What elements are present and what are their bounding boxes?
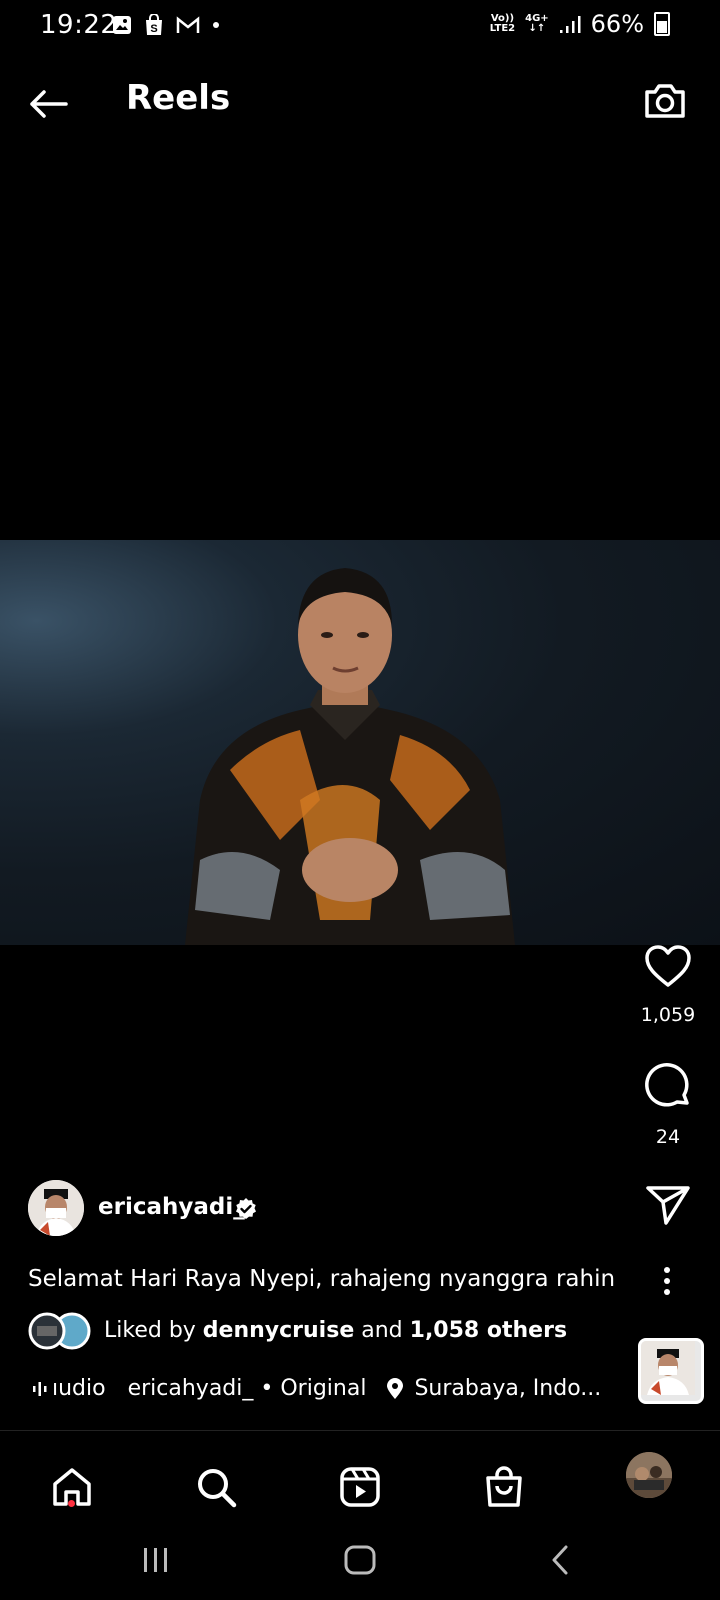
network-lte: LTE2 (489, 23, 516, 34)
profile-avatar-image (626, 1452, 672, 1498)
like-action[interactable]: 1,059 (640, 944, 696, 1026)
shopping-bag-icon (486, 1466, 522, 1507)
svg-text:S: S (150, 23, 157, 35)
audio-thumbnail-image (641, 1341, 695, 1395)
audio-wave-icon (33, 1381, 47, 1396)
author-avatar-image (28, 1180, 84, 1236)
liked-prefix: Liked by (104, 1318, 203, 1343)
signal-icon (559, 16, 581, 33)
liked-by-avatars[interactable] (28, 1312, 92, 1350)
shop-icon: S (146, 14, 162, 35)
author-avatar[interactable] (28, 1180, 84, 1236)
comment-action[interactable]: 24 (640, 1062, 696, 1148)
reel-video[interactable] (0, 540, 720, 945)
verified-badge-icon (236, 1198, 256, 1219)
nav-search[interactable] (191, 1462, 241, 1512)
liked-others[interactable]: 1,058 others (410, 1318, 567, 1343)
gallery-icon (113, 16, 131, 34)
audio-thumbnail[interactable] (638, 1338, 704, 1404)
comment-count: 24 (655, 1126, 681, 1148)
nav-profile-avatar[interactable] (626, 1452, 672, 1498)
chevron-left-icon (552, 1545, 568, 1575)
network-indicator: Vo)) LTE2 (490, 14, 515, 34)
battery-percent: 66% (590, 10, 644, 38)
share-action[interactable] (640, 1184, 696, 1226)
heart-icon (645, 945, 691, 987)
video-frame-person (185, 568, 515, 945)
battery-icon (654, 12, 670, 36)
like-count: 1,059 (640, 1004, 696, 1026)
location-text[interactable]: Surabaya, Indo... (414, 1376, 601, 1401)
audio-row[interactable]: ıudio ericahyadi_ • Original Surabaya, I… (32, 1376, 601, 1401)
camera-icon (645, 84, 685, 118)
send-icon (646, 1186, 690, 1225)
reels-icon (340, 1467, 380, 1507)
liked-user[interactable]: dennycruise (203, 1318, 354, 1343)
more-options-button[interactable] (654, 1266, 680, 1296)
post-caption[interactable]: Selamat Hari Raya Nyepi, rahajeng nyangg… (28, 1266, 618, 1292)
more-vertical-icon (664, 1267, 670, 1295)
liked-by-text[interactable]: Liked by dennycruise and 1,058 others (104, 1318, 567, 1343)
nav-shop[interactable] (479, 1462, 529, 1512)
back-system-button[interactable] (530, 1538, 590, 1582)
location-pin-icon (387, 1377, 404, 1399)
arrow-left-icon (30, 90, 68, 118)
camera-button[interactable] (642, 78, 688, 124)
liked-middle: and (354, 1318, 410, 1343)
recent-apps-icon (144, 1548, 167, 1572)
network-gen: 4G+ ↓↑ (525, 14, 549, 34)
liked-avatars-image (28, 1312, 91, 1350)
status-time: 19:22 (40, 10, 118, 40)
status-notification-icons: S (112, 14, 220, 36)
comment-icon (645, 1063, 689, 1107)
audio-source[interactable]: ericahyadi_ • Original (128, 1376, 367, 1401)
home-system-button[interactable] (330, 1538, 390, 1582)
home-system-icon (344, 1545, 376, 1575)
recent-apps-button[interactable] (126, 1538, 186, 1582)
data-arrows-icon: ↓↑ (528, 23, 546, 34)
audio-label: ıudio (52, 1376, 106, 1401)
home-notification-dot (68, 1500, 75, 1507)
nav-divider (0, 1430, 720, 1431)
dot-icon (213, 22, 219, 28)
search-icon (198, 1469, 237, 1508)
status-right: Vo)) LTE2 4G+ ↓↑ 66% (490, 10, 670, 38)
gmail-icon (176, 16, 200, 33)
nav-reels[interactable] (335, 1462, 385, 1512)
back-button[interactable] (26, 82, 70, 126)
author-username[interactable]: ericahyadi_ (98, 1194, 245, 1220)
page-title: Reels (126, 78, 231, 118)
